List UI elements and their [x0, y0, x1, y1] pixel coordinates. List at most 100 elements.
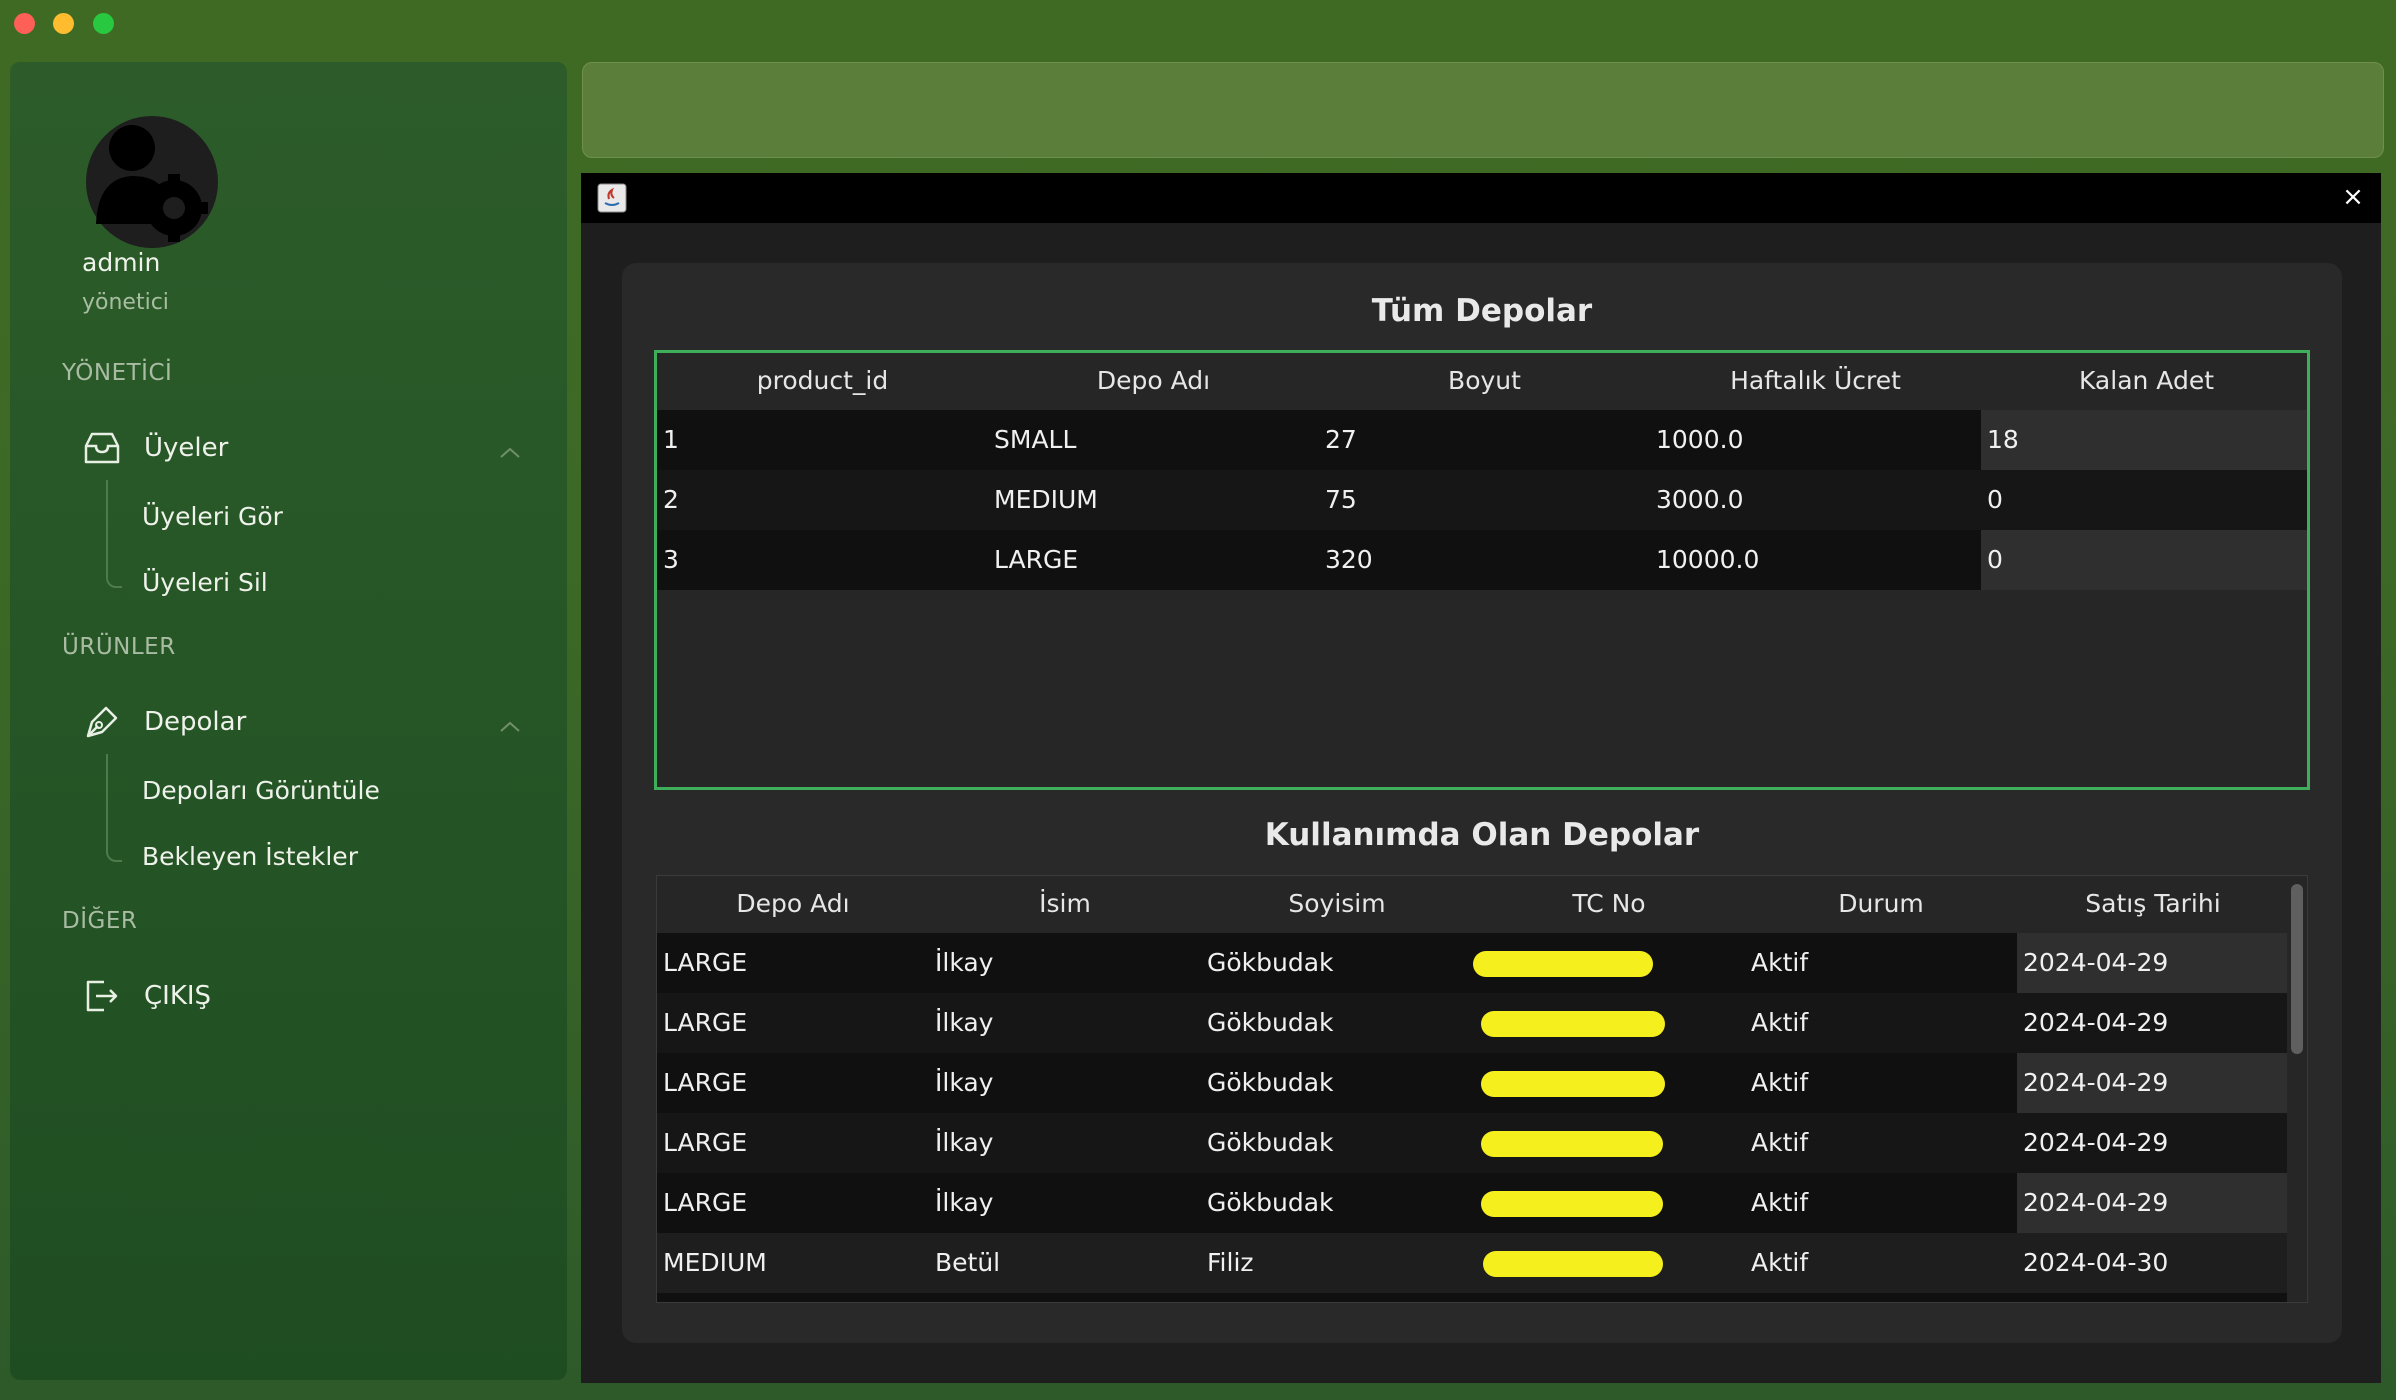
- table-row[interactable]: LARGE İlkay Gökbudak Aktif 2024-04-29: [657, 993, 2287, 1053]
- column-header[interactable]: TC No: [1473, 876, 1745, 932]
- table-cell: 27: [1325, 425, 1357, 454]
- table-cell: 2024-04-29: [2023, 1008, 2169, 1037]
- in-use-depots-title: Kullanımda Olan Depolar: [1264, 817, 1700, 853]
- redaction-mark: [1481, 1191, 1663, 1217]
- tree-line: [106, 754, 108, 810]
- logout-icon: [82, 976, 122, 1016]
- column-header[interactable]: Satış Tarihi: [2017, 876, 2289, 932]
- sidebar-item-label: ÇIKIŞ: [144, 981, 212, 1011]
- table-cell: İlkay: [935, 1128, 994, 1157]
- table-row[interactable]: LARGE İlkay Gökbudak Aktif 2024-04-29: [657, 1053, 2287, 1113]
- close-icon[interactable]: ×: [2339, 183, 2367, 211]
- section-label-admin: YÖNETİCİ: [62, 360, 173, 386]
- redaction-mark: [1481, 1131, 1663, 1157]
- table-cell: MEDIUM: [994, 485, 1098, 514]
- redaction-mark: [1483, 1251, 1663, 1277]
- sidebar-item-view-members[interactable]: Üyeleri Gör: [142, 502, 283, 531]
- table-cell: 0: [1981, 530, 2307, 590]
- chevron-up-icon[interactable]: [498, 712, 522, 742]
- section-label-products: ÜRÜNLER: [62, 634, 176, 660]
- table-row[interactable]: MEDIUM Betül Filiz Aktif 2024-04-30: [657, 1233, 2287, 1293]
- table-row[interactable]: LARGE İlkay Gökbudak Aktif 2024-04-29: [657, 1173, 2287, 1233]
- column-header[interactable]: Depo Adı: [988, 353, 1319, 409]
- table-cell: 1: [663, 425, 679, 454]
- table-cell: 2024-04-29: [2017, 1053, 2287, 1113]
- table-cell: Betül: [935, 1248, 1001, 1277]
- tables-panel: Tüm Depolar product_id Depo Adı Boyut Ha…: [622, 263, 2342, 1343]
- table-cell: 1000.0: [1656, 425, 1744, 454]
- table-cell: MEDIUM: [663, 1248, 767, 1277]
- column-header[interactable]: product_id: [657, 353, 988, 409]
- java-app-icon: [597, 183, 627, 213]
- chevron-up-icon[interactable]: [498, 438, 522, 468]
- maximize-window-button[interactable]: [93, 13, 114, 34]
- sidebar-item-members[interactable]: Üyeler: [82, 422, 522, 474]
- in-use-depots-table[interactable]: Depo Adı İsim Soyisim TC No Durum Satış …: [656, 875, 2308, 1303]
- column-header[interactable]: Soyisim: [1201, 876, 1473, 932]
- table-cell: LARGE: [663, 948, 748, 977]
- close-window-button[interactable]: [14, 13, 35, 34]
- table-cell: 3000.0: [1656, 485, 1744, 514]
- inbox-icon: [82, 428, 122, 468]
- sidebar-item-depots[interactable]: Depolar: [82, 696, 522, 748]
- table-cell: Gökbudak: [1207, 948, 1334, 977]
- table-row[interactable]: LARGE İlkay Gökbudak Aktif 2024-04-29: [657, 933, 2287, 993]
- table-row[interactable]: 3 LARGE 320 10000.0 0: [657, 530, 2307, 590]
- top-bar: [582, 62, 2384, 158]
- table-row[interactable]: 1 SMALL 27 1000.0 18: [657, 410, 2307, 470]
- section-label-other: DİĞER: [62, 908, 138, 934]
- table-header: Depo Adı İsim Soyisim TC No Durum Satış …: [657, 876, 2287, 932]
- table-cell: LARGE: [663, 1128, 748, 1157]
- table-cell: 75: [1325, 485, 1357, 514]
- table-cell: 3: [663, 545, 679, 574]
- table-cell: Aktif: [1751, 1068, 1809, 1097]
- sidebar-item-view-depots[interactable]: Depoları Görüntüle: [142, 776, 380, 805]
- column-header[interactable]: Durum: [1745, 876, 2017, 932]
- sidebar-item-label: Depolar: [144, 707, 247, 737]
- table-row[interactable]: 2 MEDIUM 75 3000.0 0: [657, 470, 2307, 530]
- table-row[interactable]: [657, 1293, 2287, 1302]
- table-cell: LARGE: [663, 1188, 748, 1217]
- table-cell: SMALL: [994, 425, 1077, 454]
- table-cell: İlkay: [935, 1188, 994, 1217]
- depots-dialog: × Tüm Depolar product_id Depo Adı Boyut …: [581, 173, 2381, 1383]
- sidebar-item-label: Üyeler: [144, 433, 229, 463]
- table-cell: Aktif: [1751, 1248, 1809, 1277]
- table-cell: 10000.0: [1656, 545, 1760, 574]
- admin-avatar-icon: [86, 116, 218, 248]
- table-cell: Aktif: [1751, 948, 1809, 977]
- table-cell: 18: [1981, 410, 2307, 470]
- minimize-window-button[interactable]: [53, 13, 74, 34]
- table-row[interactable]: LARGE İlkay Gökbudak Aktif 2024-04-29: [657, 1113, 2287, 1173]
- table-cell: LARGE: [663, 1008, 748, 1037]
- username: admin: [82, 248, 161, 277]
- table-cell: 320: [1325, 545, 1373, 574]
- tree-line: [106, 480, 108, 536]
- table-cell: Gökbudak: [1207, 1068, 1334, 1097]
- table-cell: 2: [663, 485, 679, 514]
- table-cell: İlkay: [935, 1068, 994, 1097]
- all-depots-table[interactable]: product_id Depo Adı Boyut Haftalık Ücret…: [654, 350, 2310, 790]
- column-header[interactable]: Kalan Adet: [1981, 353, 2312, 409]
- dialog-titlebar[interactable]: ×: [581, 173, 2381, 223]
- pen-icon: [82, 702, 122, 742]
- table-cell: İlkay: [935, 948, 994, 977]
- table-cell: Gökbudak: [1207, 1008, 1334, 1037]
- table-cell: 2024-04-30: [2023, 1248, 2169, 1277]
- redaction-mark: [1473, 951, 1653, 977]
- table-cell: 0: [1987, 485, 2003, 514]
- table-cell: İlkay: [935, 1008, 994, 1037]
- column-header[interactable]: Boyut: [1319, 353, 1650, 409]
- table-header: product_id Depo Adı Boyut Haftalık Ücret…: [657, 353, 2307, 409]
- table-cell: Aktif: [1751, 1128, 1809, 1157]
- table-cell: 2024-04-29: [2017, 1173, 2287, 1233]
- table-scrollbar[interactable]: [2291, 884, 2303, 1054]
- sidebar-item-logout[interactable]: ÇIKIŞ: [82, 970, 522, 1022]
- table-cell: Gökbudak: [1207, 1188, 1334, 1217]
- column-header[interactable]: Haftalık Ücret: [1650, 353, 1981, 409]
- column-header[interactable]: İsim: [929, 876, 1201, 932]
- sidebar-item-pending-requests[interactable]: Bekleyen İstekler: [142, 842, 358, 871]
- sidebar-item-delete-members[interactable]: Üyeleri Sil: [142, 568, 268, 597]
- table-cell: Gökbudak: [1207, 1128, 1334, 1157]
- column-header[interactable]: Depo Adı: [657, 876, 929, 932]
